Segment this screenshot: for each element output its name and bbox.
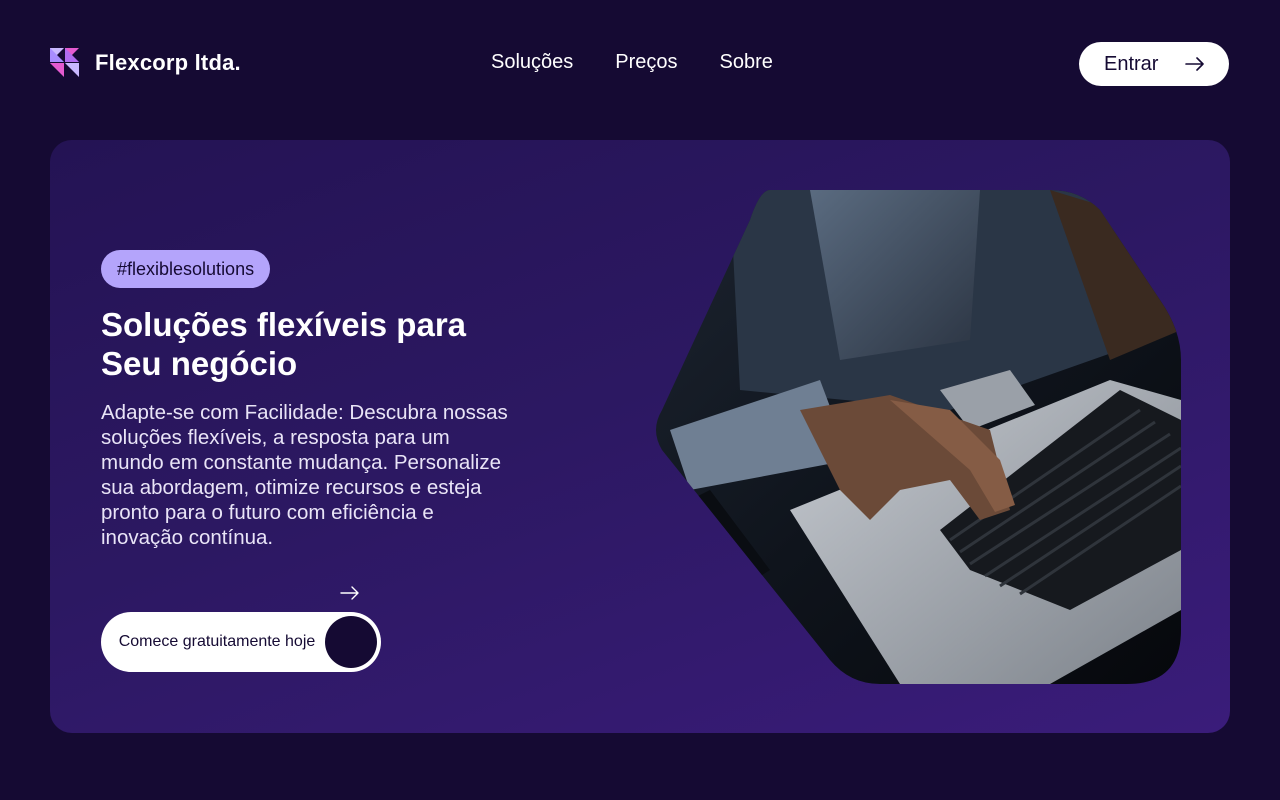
nav-item-solucoes[interactable]: Soluções bbox=[491, 51, 573, 74]
hero-title-line2: Seu negócio bbox=[101, 345, 298, 382]
login-button-label: Entrar bbox=[1104, 52, 1159, 75]
nav-item-precos[interactable]: Preços bbox=[615, 51, 677, 74]
cta-circle-icon bbox=[325, 616, 377, 668]
start-free-button-label: Comece gratuitamente hoje bbox=[118, 633, 316, 650]
main-nav: Soluções Preços Sobre bbox=[491, 51, 773, 74]
hero-description: Adapte-se com Facilidade: Descubra nossa… bbox=[101, 401, 508, 549]
hero-title-line1: Soluções flexíveis para bbox=[101, 306, 467, 343]
start-free-button[interactable]: Comece gratuitamente hoje bbox=[101, 612, 381, 672]
nav-item-sobre[interactable]: Sobre bbox=[720, 51, 773, 74]
brand-name: Flexcorp ltda. bbox=[95, 49, 241, 75]
hero-title: Soluções flexíveis para Seu negócio bbox=[101, 305, 541, 383]
flexcorp-logo-icon bbox=[50, 48, 79, 77]
laptop-typing-photo bbox=[656, 190, 1181, 684]
login-button[interactable]: Entrar bbox=[1079, 42, 1229, 86]
hashtag-badge: #flexiblesolutions bbox=[101, 250, 271, 288]
hero-card: #flexiblesolutions Soluções flexíveis pa… bbox=[50, 140, 1230, 733]
arrow-right-icon bbox=[340, 586, 359, 600]
arrow-right-icon bbox=[1185, 57, 1204, 71]
brand-logo[interactable]: Flexcorp ltda. bbox=[50, 48, 241, 77]
